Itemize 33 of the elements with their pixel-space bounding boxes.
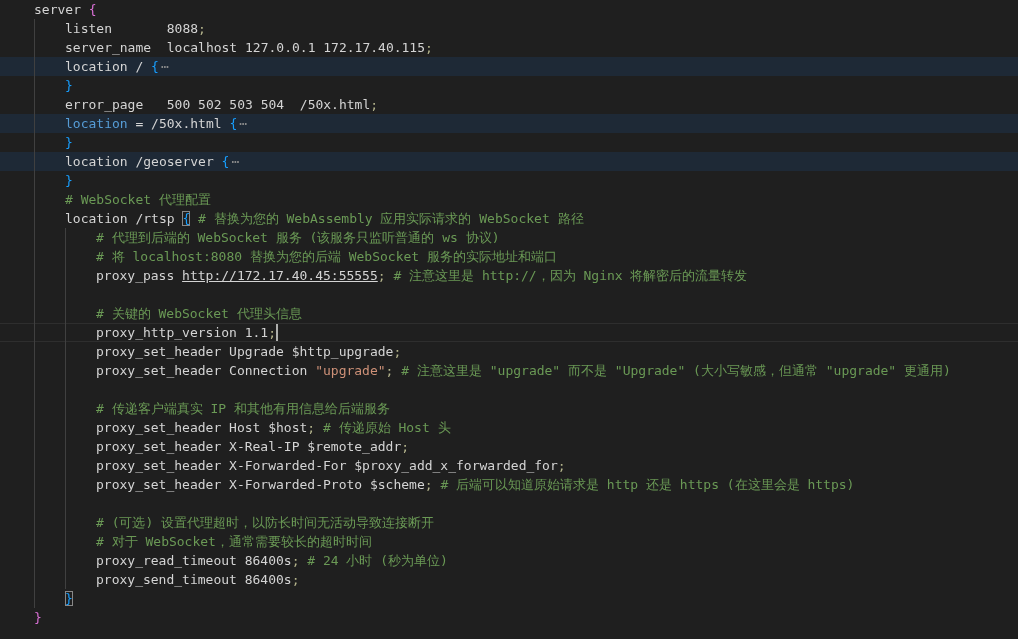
code-line: } [34,609,42,626]
code-line: proxy_set_header Upgrade $http_upgrade; [96,343,402,360]
code-line: listen 8088; [65,20,206,37]
folded-ellipsis[interactable]: ⋯ [239,115,248,132]
code-line: } [65,77,73,94]
code-line: # 将 localhost:8080 替换为您的后端 WebSocket 服务的实际地址和端口 [96,248,557,265]
folded-ellipsis[interactable]: ⋯ [231,153,240,170]
code-line: # WebSocket 代理配置 [65,191,211,208]
code-line: proxy_set_header X-Forwarded-Proto $scheme; # 后端可以知道原始请求是 http 还是 https (在这里会是 https) [96,476,855,493]
code-line: proxy_set_header Connection "upgrade"; # 注意这里是 "upgrade" 而不是 "Upgrade" (大小写敏感，但通常 "upgrade" 更通用) [96,362,951,379]
code-line: # 代理到后端的 WebSocket 服务 (该服务只监听普通的 ws 协议) [96,229,500,246]
code-line: proxy_pass http://172.17.40.45:55555; # 注意这里是 http://，因为 Nginx 将解密后的流量转发 [96,267,748,284]
code-line: proxy_http_version 1.1; [96,324,276,341]
code-line: error_page 500 502 503 504 /50x.html; [65,96,379,113]
code-line: server_name localhost 127.0.0.1 172.17.40.115; [65,39,433,56]
code-line: location / { [65,58,159,75]
code-line: # (可选) 设置代理超时，以防长时间无活动导致连接断开 [96,514,435,531]
code-line: location /rtsp { # 替换为您的 WebAssembly 应用实际请求的 WebSocket 路径 [65,210,584,227]
code-line: proxy_send_timeout 86400s; [96,571,300,588]
code-line: proxy_read_timeout 86400s; # 24 小时 (秒为单位) [96,552,448,569]
code-line: location = /50x.html { [65,115,238,132]
code-line: # 传递客户端真实 IP 和其他有用信息给后端服务 [96,400,390,417]
code-line: proxy_set_header X-Forwarded-For $proxy_add_x_forwarded_for; [96,457,566,474]
code-line: # 对于 WebSocket，通常需要较长的超时时间 [96,533,372,550]
code-line: } [65,134,73,151]
code-line: # 关键的 WebSocket 代理头信息 [96,305,302,322]
code-line: } [65,590,73,607]
code-line: } [65,172,73,189]
code-line: proxy_set_header Host $host; # 传递原始 Host 头 [96,419,451,436]
code-line: proxy_set_header X-Real-IP $remote_addr; [96,438,410,455]
code-line: server { [34,1,97,18]
folded-ellipsis[interactable]: ⋯ [160,58,169,75]
code-line: location /geoserver { [65,153,230,170]
